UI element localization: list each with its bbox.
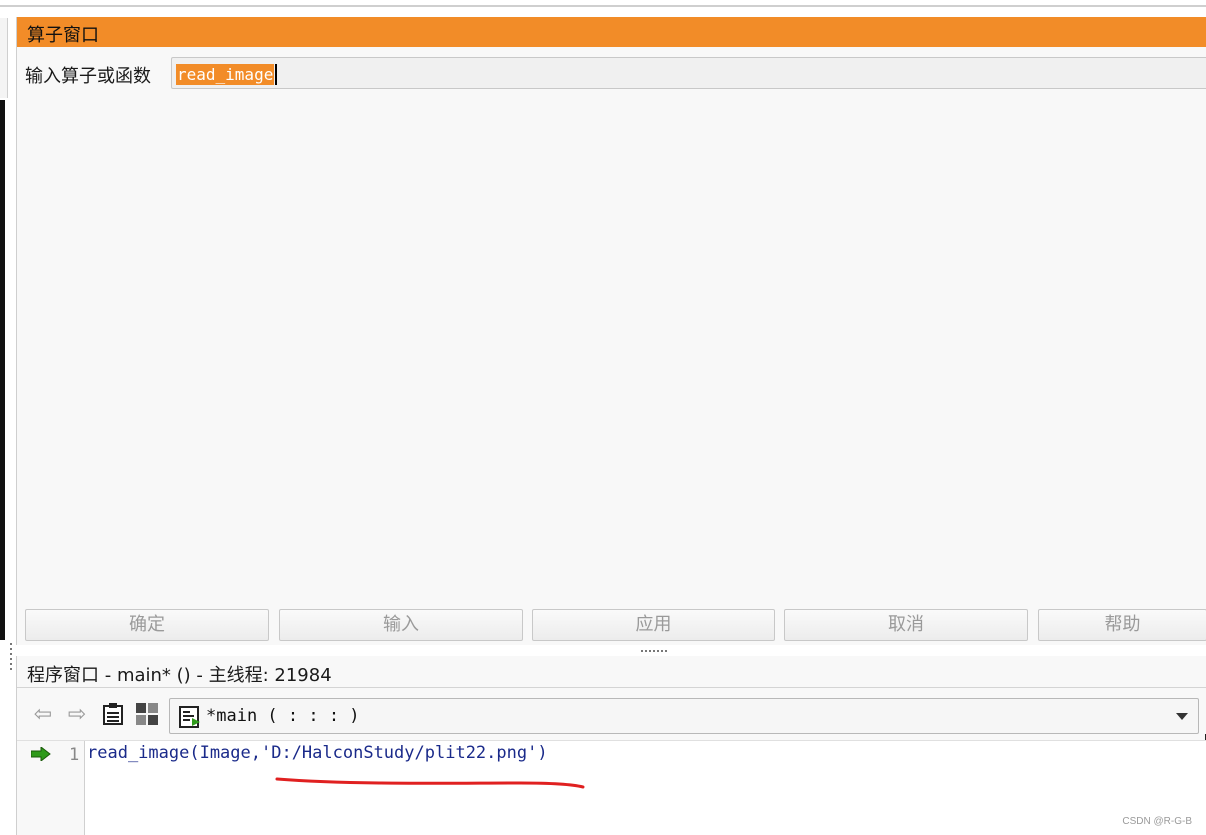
- left-dark-panel: [0, 100, 5, 640]
- text-caret: [275, 64, 277, 85]
- clipboard-icon[interactable]: [101, 702, 125, 726]
- vertical-splitter-handle[interactable]: [8, 640, 14, 670]
- operator-window: 算子窗口 输入算子或函数 read_image 确定 输入 应用 取消 帮助: [16, 17, 1206, 645]
- top-divider: [0, 5, 1206, 7]
- help-button[interactable]: 帮助: [1038, 609, 1206, 641]
- chevron-down-icon[interactable]: [1176, 713, 1188, 720]
- operator-button-bar: 确定 输入 应用 取消 帮助: [25, 609, 1206, 641]
- code-editor[interactable]: 1 read_image(Image,'D:/HalconStudy/plit2…: [17, 740, 1206, 835]
- procedure-icon: [179, 706, 200, 728]
- procedure-select-value: *main ( : : : ): [206, 706, 360, 726]
- code-line[interactable]: read_image(Image,'D:/HalconStudy/plit22.…: [87, 743, 548, 763]
- program-window: 程序窗口 - main* () - 主线程: 21984 ⇦ ⇨ *main (…: [16, 656, 1206, 835]
- grid-view-icon[interactable]: [135, 702, 159, 726]
- procedure-select[interactable]: *main ( : : : ): [169, 698, 1199, 734]
- red-underline-annotation: [275, 777, 585, 789]
- operator-window-title: 算子窗口: [17, 17, 1206, 47]
- enter-button[interactable]: 输入: [279, 609, 523, 641]
- program-toolbar: ⇦ ⇨ *main ( : : : ): [17, 694, 1206, 764]
- program-counter-arrow-icon: [31, 747, 51, 761]
- back-arrow-icon[interactable]: ⇦: [31, 702, 55, 727]
- operator-input-value: read_image: [176, 64, 275, 85]
- operator-input[interactable]: read_image: [171, 57, 1206, 89]
- operator-input-label: 输入算子或函数: [25, 66, 151, 87]
- ok-button[interactable]: 确定: [25, 609, 269, 641]
- editor-gutter[interactable]: 1: [17, 741, 85, 835]
- left-panel-edge: [0, 18, 8, 98]
- forward-arrow-icon[interactable]: ⇨: [65, 702, 89, 727]
- horizontal-splitter-handle[interactable]: [16, 648, 1206, 654]
- program-window-title: 程序窗口 - main* () - 主线程: 21984: [17, 656, 1206, 688]
- line-number: 1: [69, 745, 80, 765]
- cancel-button[interactable]: 取消: [784, 609, 1028, 641]
- operator-input-row: 输入算子或函数 read_image: [17, 57, 1206, 91]
- apply-button[interactable]: 应用: [532, 609, 775, 641]
- watermark: CSDN @R-G-B: [1122, 816, 1192, 827]
